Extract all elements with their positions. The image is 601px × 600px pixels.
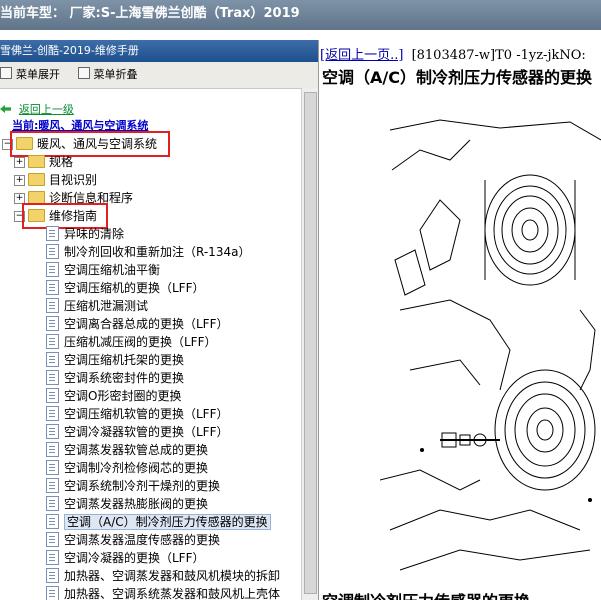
collapse-menu-button[interactable]: 菜单折叠 bbox=[77, 62, 138, 88]
document-icon bbox=[46, 514, 59, 529]
tree-leaf[interactable]: 空调压缩机油平衡 bbox=[46, 261, 160, 279]
tree-leaf[interactable]: 空调压缩机软管的更换（LFF） bbox=[46, 405, 229, 423]
document-icon bbox=[46, 334, 59, 349]
document-icon bbox=[46, 496, 59, 511]
document-icon bbox=[46, 442, 59, 457]
tree-scrollbar[interactable] bbox=[301, 88, 318, 600]
tree-leaf[interactable]: 空调冷凝器软管的更换（LFF） bbox=[46, 423, 229, 441]
tree-leaf[interactable]: 空调蒸发器温度传感器的更换 bbox=[46, 531, 220, 549]
expand-icon bbox=[0, 67, 12, 79]
document-icon bbox=[46, 478, 59, 493]
manual-header: 雪佛兰-创酷-2019-维修手册 bbox=[0, 40, 318, 62]
page-title: 空调（A/C）制冷剂压力传感器的更换 bbox=[322, 68, 592, 87]
document-icon bbox=[46, 226, 59, 241]
expand-menu-button[interactable]: 菜单展开 bbox=[0, 62, 60, 88]
folder-icon bbox=[28, 155, 45, 168]
document-icon bbox=[46, 280, 59, 295]
tree-leaf[interactable]: 空调蒸发器热膨胀阀的更换 bbox=[46, 495, 208, 513]
tree-leaf[interactable]: 压缩机泄漏测试 bbox=[46, 297, 148, 315]
tree-leaf[interactable]: 空调系统制冷剂干燥剂的更换 bbox=[46, 477, 220, 495]
expand-toggle-icon[interactable]: + bbox=[14, 175, 25, 186]
document-icon bbox=[46, 568, 59, 583]
expand-toggle-icon[interactable]: + bbox=[14, 157, 25, 168]
tree-leaf[interactable]: 空调蒸发器软管总成的更换 bbox=[46, 441, 208, 459]
window-title: 当前车型： 厂家:S-上海雪佛兰创酷（Trax）2019 bbox=[0, 6, 300, 21]
tree-node-specs[interactable]: + 规格 bbox=[14, 153, 73, 171]
back-page-link[interactable]: [返回上一页..] bbox=[320, 48, 403, 63]
scrollbar-thumb[interactable] bbox=[304, 92, 317, 594]
folder-icon bbox=[28, 173, 45, 186]
tree-leaf[interactable]: 空调制冷剂检修阀芯的更换 bbox=[46, 459, 208, 477]
collapse-icon bbox=[77, 67, 90, 79]
tree-leaf[interactable]: 压缩机减压阀的更换（LFF） bbox=[46, 333, 217, 351]
tree-leaf[interactable]: 空调系统密封件的更换 bbox=[46, 369, 184, 387]
engine-illustration bbox=[380, 119, 601, 571]
tree-node-visual-id[interactable]: + 目视识别 bbox=[14, 171, 97, 189]
tree-leaf[interactable]: 空调冷凝器的更换（LFF） bbox=[46, 549, 205, 567]
navigation-pane: 雪佛兰-创酷-2019-维修手册 菜单展开 菜单折叠 返回上一级 当前:暖风、通… bbox=[0, 40, 319, 600]
tree-toolbar: 菜单展开 菜单折叠 bbox=[0, 62, 318, 89]
tree-leaf[interactable]: 空调O形密封圈的更换 bbox=[46, 387, 181, 405]
section-heading: 空调制冷剂压力传感器的更换 bbox=[322, 588, 530, 600]
document-icon bbox=[46, 550, 59, 565]
document-icon bbox=[46, 244, 59, 259]
document-icon bbox=[46, 388, 59, 403]
tree-leaf[interactable]: 制冷剂回收和重新加注（R-134a） bbox=[46, 243, 250, 261]
document-icon bbox=[46, 370, 59, 385]
tree-leaf[interactable]: 加热器、空调系统蒸发器和鼓风机上壳体 bbox=[46, 585, 280, 600]
content-nav: [返回上一页..] [8103487-w]T0 -1yz-jkNO: bbox=[320, 44, 586, 63]
document-icon bbox=[46, 460, 59, 475]
content-pane: [返回上一页..] [8103487-w]T0 -1yz-jkNO: 空调（A/… bbox=[320, 40, 601, 600]
window-title-bar: 当前车型： 厂家:S-上海雪佛兰创酷（Trax）2019 bbox=[0, 0, 601, 30]
document-icon bbox=[46, 406, 59, 421]
document-icon bbox=[46, 262, 59, 277]
tree-leaf[interactable]: 空调压缩机的更换（LFF） bbox=[46, 279, 205, 297]
tree-leaf[interactable]: 空调压缩机托架的更换 bbox=[46, 351, 184, 369]
tree-leaf-selected[interactable]: 空调（A/C）制冷剂压力传感器的更换 bbox=[46, 513, 271, 531]
document-icon bbox=[46, 298, 59, 313]
document-icon bbox=[46, 586, 59, 600]
document-icon bbox=[46, 352, 59, 367]
document-icon bbox=[46, 532, 59, 547]
green-arrow-icon bbox=[0, 105, 11, 113]
tree-leaf[interactable]: 空调离合器总成的更换（LFF） bbox=[46, 315, 229, 333]
document-icon bbox=[46, 424, 59, 439]
tree-leaf[interactable]: 异味的清除 bbox=[46, 225, 124, 243]
document-icon bbox=[46, 316, 59, 331]
tree-leaf[interactable]: 加热器、空调蒸发器和鼓风机模块的拆卸 bbox=[46, 567, 280, 585]
doc-code: [8103487-w]T0 -1yz-jkNO: bbox=[411, 48, 586, 63]
